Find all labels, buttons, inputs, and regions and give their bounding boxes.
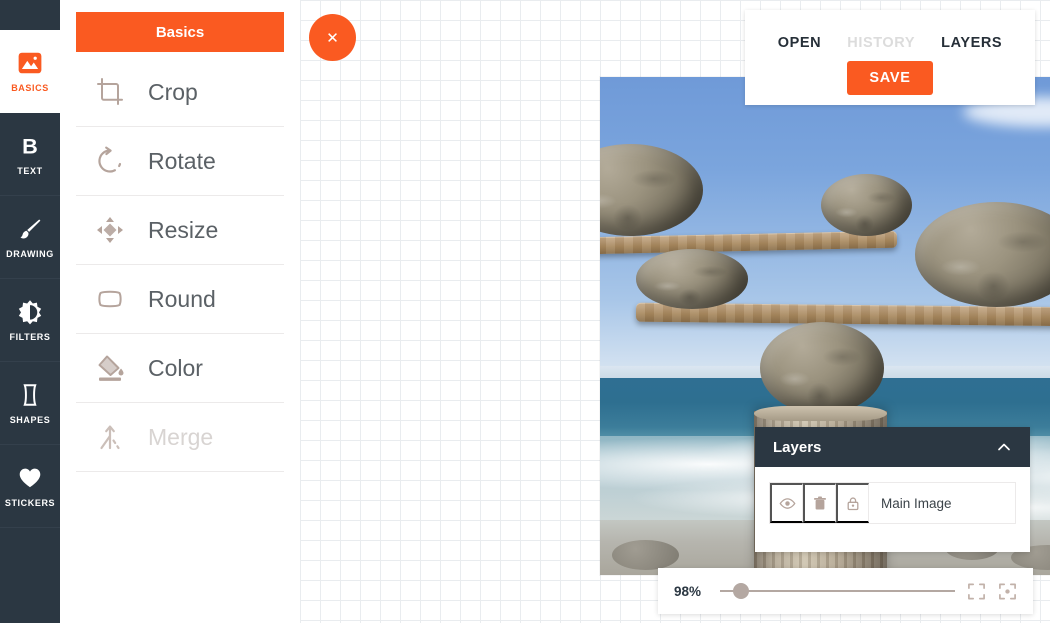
layers-panel-body: Main Image: [755, 467, 1030, 539]
sidebar-item-drawing[interactable]: DRAWING: [0, 196, 60, 279]
shape-icon: [23, 383, 37, 406]
image-icon: [18, 52, 42, 73]
menu-item-resize[interactable]: Resize: [76, 196, 284, 265]
menu-item-rotate[interactable]: Rotate: [76, 127, 284, 196]
menu-item-round[interactable]: Round: [76, 265, 284, 334]
chevron-up-icon[interactable]: [996, 439, 1012, 455]
stone-pivot: [760, 322, 885, 415]
rotate-icon: [98, 146, 122, 173]
rail-top-strip: [0, 0, 60, 30]
layers-panel-title: Layers: [773, 438, 822, 456]
contrast-icon: [18, 299, 42, 324]
sidebar-item-text[interactable]: B TEXT: [0, 113, 60, 196]
menu-item-crop[interactable]: Crop: [76, 58, 284, 127]
sidebar-item-label: STICKERS: [4, 497, 56, 508]
tool-menu-panel: Basics Crop Rotate Resize Round Color Me…: [60, 0, 300, 623]
zoom-toolbar: 98%: [658, 568, 1033, 614]
lock-icon: [847, 496, 859, 510]
svg-text:B: B: [22, 133, 38, 158]
menu-item-merge: Merge: [76, 403, 284, 472]
layers-panel-header[interactable]: Layers: [755, 427, 1030, 467]
menu-item-color[interactable]: Color: [76, 334, 284, 403]
tool-menu-title: Basics: [76, 12, 284, 52]
top-toolbar: OPEN HISTORY LAYERS SAVE: [745, 10, 1035, 105]
sidebar-item-label: TEXT: [17, 165, 43, 176]
zoom-slider-thumb[interactable]: [733, 583, 750, 599]
save-button[interactable]: SAVE: [847, 61, 933, 95]
sidebar-item-label: FILTERS: [9, 331, 51, 342]
layers-button[interactable]: LAYERS: [941, 35, 1002, 51]
resize-icon: [97, 217, 123, 243]
heart-icon: [19, 468, 41, 487]
menu-item-label: Resize: [148, 216, 219, 243]
menu-item-label: Color: [148, 354, 203, 381]
menu-item-label: Merge: [148, 423, 214, 450]
eye-icon: [779, 497, 795, 509]
close-button[interactable]: ✕: [309, 14, 356, 61]
layer-visibility-button[interactable]: [770, 483, 803, 523]
color-icon: [98, 355, 124, 381]
image-editor-app: BASICS B TEXT DRAWING FILTERS SHAPES STI…: [0, 0, 1050, 623]
layer-lock-button[interactable]: [836, 483, 869, 523]
zoom-slider-track: [720, 590, 955, 592]
toolbar-links: OPEN HISTORY LAYERS: [778, 35, 1002, 51]
layers-panel: Layers Main Image: [755, 427, 1030, 552]
wooden-post-top: [754, 405, 888, 421]
menu-item-label: Round: [148, 285, 216, 312]
sidebar-item-label: BASICS: [11, 82, 49, 93]
sidebar-rail: BASICS B TEXT DRAWING FILTERS SHAPES STI…: [0, 0, 60, 623]
menu-item-label: Crop: [148, 78, 198, 105]
sidebar-item-stickers[interactable]: STICKERS: [0, 445, 60, 528]
sidebar-item-label: DRAWING: [6, 248, 54, 259]
tool-menu-list: Crop Rotate Resize Round Color Merge: [76, 58, 284, 472]
beach-rock: [612, 540, 679, 570]
layer-row[interactable]: Main Image: [769, 482, 1016, 524]
stone-middle-left: [636, 249, 749, 310]
menu-item-label: Rotate: [148, 147, 216, 174]
stone-top-middle: [820, 174, 912, 237]
sidebar-item-basics[interactable]: BASICS: [0, 30, 60, 113]
sidebar-item-filters[interactable]: FILTERS: [0, 279, 60, 362]
open-button[interactable]: OPEN: [778, 35, 822, 51]
merge-icon: [100, 425, 120, 450]
zoom-slider[interactable]: [720, 583, 955, 599]
round-icon: [98, 290, 122, 308]
sidebar-item-shapes[interactable]: SHAPES: [0, 362, 60, 445]
close-icon: ✕: [326, 29, 339, 47]
brush-icon: [20, 218, 41, 238]
crop-icon: [97, 78, 123, 105]
layer-name-label: Main Image: [881, 495, 952, 511]
layer-delete-button[interactable]: [803, 483, 836, 523]
zoom-level-label: 98%: [674, 583, 702, 599]
history-button: HISTORY: [847, 35, 916, 51]
fit-to-screen-icon[interactable]: [967, 582, 986, 601]
center-image-icon[interactable]: [998, 582, 1017, 601]
text-b-icon: B: [22, 133, 38, 158]
trash-icon: [814, 495, 826, 509]
sidebar-item-label: SHAPES: [9, 414, 51, 425]
